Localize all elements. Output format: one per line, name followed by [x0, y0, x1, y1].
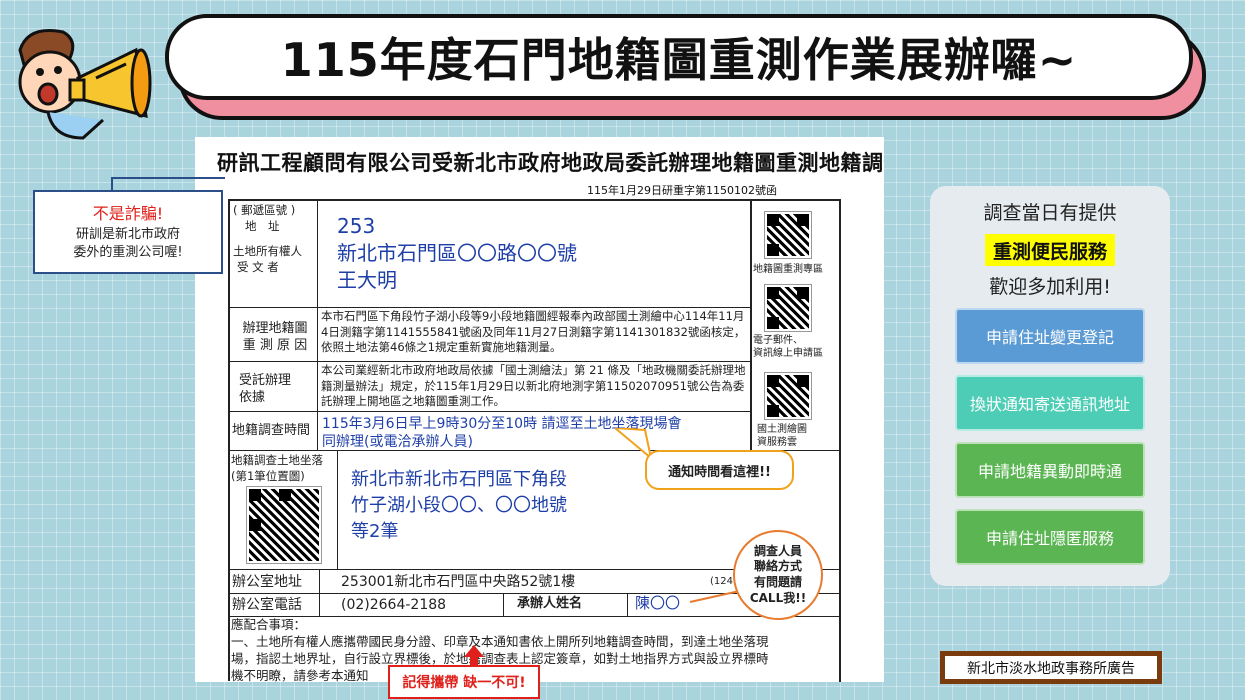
- page-title: 115年度石門地籍圖重測作業展辦囉~: [280, 33, 1078, 87]
- qr-label-email: 電子郵件、: [753, 335, 803, 346]
- office-phone: (02)2664-2188: [341, 597, 447, 613]
- office-address-label: 辦公室地址: [232, 574, 302, 590]
- service-panel-line-3: 歡迎多加利用!: [989, 276, 1111, 298]
- qr-label-online: 資訊線上申請區: [753, 348, 823, 359]
- qr-label-cloud: 資服務雲: [757, 437, 797, 448]
- notice-heading: 研訊工程顧問有限公司受新北市政府地政局委託辦理地籍圖重測地籍調查通知書: [217, 150, 884, 175]
- land-label: 地籍調查土地坐落(第1筆位置圖): [231, 453, 323, 483]
- qr-code-icon: [764, 372, 812, 420]
- land-location-3: 等2筆: [351, 521, 399, 543]
- recipient-address: 新北市石門區〇〇路〇〇號: [337, 241, 577, 265]
- qr-label-survey: 國土測繪圖: [757, 424, 807, 435]
- qr-code-icon: [764, 284, 812, 332]
- entrust-label: 受託辦理: [239, 373, 292, 388]
- handler-label: 承辦人姓名: [517, 596, 583, 611]
- notice-reference: 115年1月29日研重字第1150102號函: [587, 184, 777, 197]
- handler-name: 陳〇〇: [635, 594, 681, 612]
- survey-time-label: 地籍調查時間: [232, 423, 311, 438]
- service-highlight: 重測便民服務: [985, 234, 1115, 266]
- land-map-qr-icon: [246, 486, 322, 564]
- reason-text: 本市石門區下角段竹子湖小段等9小段地籍圖經報奉內政部國土測繪中心114年11月4…: [321, 309, 746, 355]
- footer-label: 新北市淡水地政事務所廣告: [940, 651, 1162, 684]
- address-change-button[interactable]: 申請住址變更登記: [955, 308, 1145, 364]
- office-phone-label: 辦公室電話: [232, 597, 302, 613]
- not-scam-text: 研訓是新北市政府: [75, 227, 180, 242]
- office-address: 253001新北市石門區中央路52號1樓: [341, 574, 576, 590]
- service-panel-line: 調查當日有提供: [983, 202, 1117, 224]
- megaphone-mascot-icon: [18, 29, 152, 140]
- postal-code: 253: [337, 214, 376, 238]
- address-privacy-button[interactable]: 申請住址隱匿服務: [955, 509, 1145, 565]
- bring-items-text: 記得攜帶 缺一不可!: [402, 675, 526, 691]
- notes-title: 應配合事項：: [231, 617, 307, 632]
- entrust-text: 本公司業經新北市政府地政局依據「國土測繪法」第 21 條及「地政機關委託辦理地籍…: [321, 363, 746, 409]
- time-hint-text: 通知時間看這裡!!: [668, 464, 771, 480]
- address-label: 地 址: [245, 218, 280, 233]
- recipient-label: 受 文 者: [237, 259, 279, 274]
- not-scam-title: 不是詐騙!: [92, 204, 164, 223]
- contact-text-2: 聯絡方式: [753, 559, 802, 574]
- mailing-address-button[interactable]: 換狀通知寄送通訊地址: [955, 375, 1145, 431]
- land-location: 新北市新北市石門區下角段: [351, 469, 567, 490]
- contact-text-3: 有問題請: [753, 575, 802, 589]
- service-panel: 調查當日有提供 重測便民服務 歡迎多加利用! 申請住址變更登記 換狀通知寄送通訊…: [930, 186, 1170, 586]
- reason-label: 辦理地籍圖: [242, 321, 308, 336]
- entrust-label-2: 依據: [239, 389, 266, 405]
- contact-text-4: CALL我!!: [749, 590, 807, 605]
- survey-time-2: 同辦理(或電洽承辦人員): [322, 434, 473, 451]
- footer-text: 新北市淡水地政事務所廣告: [967, 660, 1135, 677]
- contact-text: 調查人員: [753, 543, 802, 558]
- title-banner: 115年度石門地籍圖重測作業展辦囉~: [165, 14, 1193, 100]
- not-scam-callout: 不是詐騙! 研訓是新北市政府 委外的重測公司喔!: [33, 190, 223, 274]
- qr-code-icon: [764, 211, 812, 259]
- reason-label-2: 重 測 原 因: [242, 337, 308, 353]
- survey-time: 115年3月6日早上9時30分至10時 請逕至土地坐落現場會: [322, 416, 682, 432]
- bring-items-callout: 記得攜帶 缺一不可!: [388, 665, 540, 699]
- time-hint-bubble: 通知時間看這裡!!: [645, 450, 794, 490]
- not-scam-text-2: 委外的重測公司喔!: [73, 245, 183, 261]
- postal-label: ( 郵遞區號 ): [233, 203, 296, 217]
- contact-callout: 調查人員 聯絡方式 有問題請 CALL我!!: [733, 530, 823, 620]
- notes-line: 一、土地所有權人應攜帶國民身分證、印章及本通知書依上開所列地籍調查時間，到達土地…: [231, 633, 769, 649]
- land-change-alert-button[interactable]: 申請地籍異動即時通: [955, 442, 1145, 498]
- qr-label-reshuffle: 地籍圖重測專區: [753, 264, 823, 275]
- owner-label: 土地所有權人: [233, 244, 302, 259]
- up-arrow-icon: [464, 645, 484, 667]
- land-location-2: 竹子湖小段〇〇、〇〇地號: [351, 495, 567, 517]
- recipient-name: 王大明: [337, 268, 397, 292]
